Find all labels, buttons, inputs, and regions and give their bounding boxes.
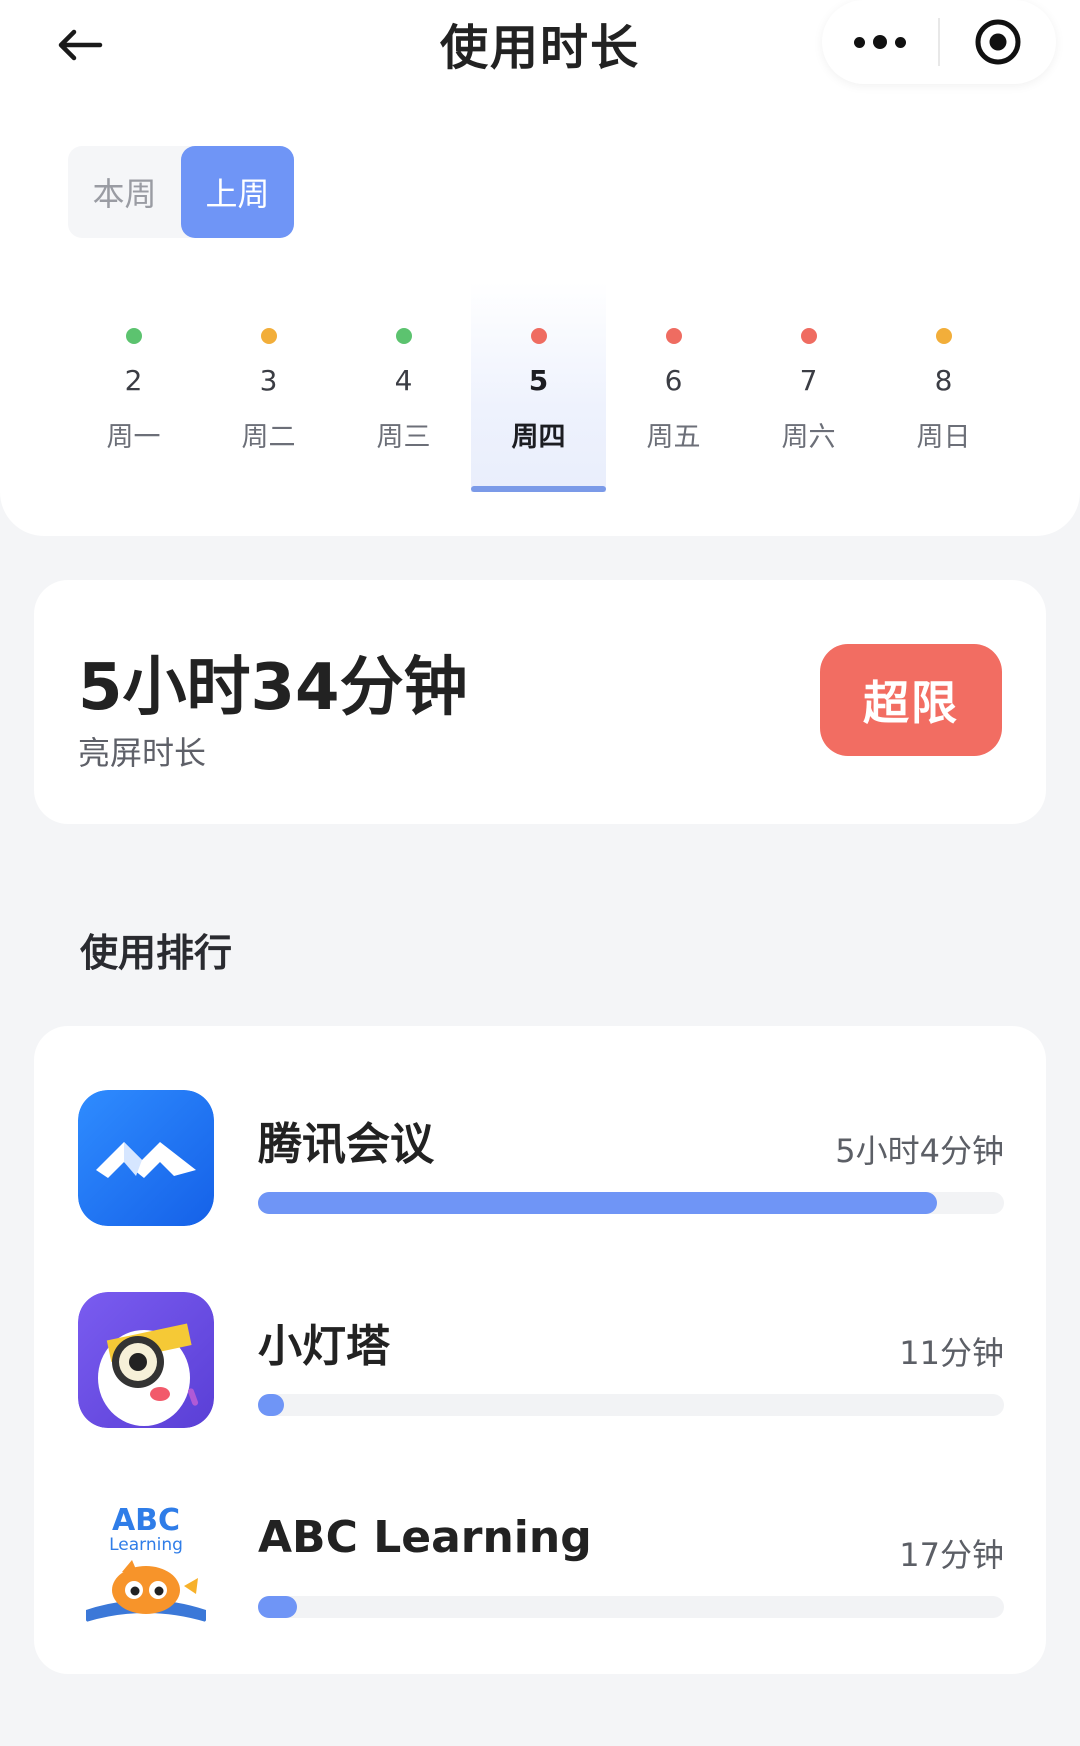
day-number: 4: [394, 364, 413, 397]
day-number: 7: [799, 364, 818, 397]
day-selector: 2 周一 3 周二 4 周三 5 周四 6 周五 7 周六 8 周日: [66, 282, 1012, 492]
day-item-thu[interactable]: 5 周四: [471, 282, 606, 492]
status-dot: [125, 328, 142, 344]
day-item-tue[interactable]: 3 周二: [201, 282, 336, 492]
svg-text:Learning: Learning: [109, 1535, 183, 1555]
app-usage-time: 17分钟: [899, 1536, 1004, 1574]
usage-bar-track: [258, 1394, 1004, 1416]
status-dot: [260, 328, 277, 344]
abc-learning-icon: ABC Learning: [78, 1494, 214, 1630]
app-name: 腾讯会议: [258, 1119, 434, 1170]
tab-this-week[interactable]: 本周: [68, 146, 181, 238]
day-number: 3: [259, 364, 278, 397]
day-label: 周二: [241, 422, 296, 453]
usage-bar-fill: [258, 1394, 285, 1416]
more-dots-icon: [854, 35, 906, 49]
day-item-fri[interactable]: 6 周五: [606, 282, 741, 492]
status-dot: [665, 328, 682, 344]
day-item-wed[interactable]: 4 周三: [336, 282, 471, 492]
list-item[interactable]: 腾讯会议 5小时4分钟: [34, 1046, 1046, 1246]
status-dot: [935, 328, 952, 344]
week-toggle: 本周 上周: [68, 146, 294, 238]
target-close-icon: [975, 19, 1021, 65]
top-panel: 使用时长 本周 上周 2 周一 3 周二 4 周三 5 周四 6 周五 7 周六…: [0, 0, 1080, 536]
app-usage-time: 5小时4分钟: [835, 1132, 1004, 1170]
list-item[interactable]: ABC Learning ABC Learning 17分钟: [34, 1450, 1046, 1650]
status-dot: [530, 328, 547, 344]
tab-last-week[interactable]: 上周: [181, 146, 294, 238]
day-label: 周三: [376, 422, 431, 453]
day-label: 周日: [916, 422, 971, 453]
usage-bar-track: [258, 1192, 1004, 1214]
day-item-sat[interactable]: 7 周六: [741, 282, 876, 492]
day-label: 周五: [646, 422, 701, 453]
screen-time-card: 5小时34分钟 亮屏时长 超限: [34, 580, 1046, 824]
over-limit-badge: 超限: [820, 644, 1002, 756]
ranking-list: 腾讯会议 5小时4分钟 小灯塔 11分钟 ABC Learning ABC Le…: [34, 1026, 1046, 1674]
day-label: 周六: [781, 422, 836, 453]
day-number: 5: [528, 364, 549, 397]
mini-program-capsule: [822, 0, 1056, 84]
ranking-title: 使用排行: [80, 931, 233, 975]
tencent-meeting-icon: [78, 1090, 214, 1226]
day-item-sun[interactable]: 8 周日: [876, 282, 1011, 492]
total-screen-time-label: 亮屏时长: [78, 734, 207, 772]
day-label: 周一: [106, 422, 161, 453]
usage-bar-track: [258, 1596, 1004, 1618]
total-screen-time: 5小时34分钟: [78, 651, 468, 725]
usage-bar-fill: [258, 1596, 297, 1618]
day-item-mon[interactable]: 2 周一: [66, 282, 201, 492]
day-number: 6: [664, 364, 683, 397]
day-number: 2: [124, 364, 143, 397]
day-number: 8: [934, 364, 953, 397]
abc-logo-text: ABC: [112, 1503, 180, 1538]
status-dot: [395, 328, 412, 344]
app-usage-time: 11分钟: [899, 1334, 1004, 1372]
usage-bar-fill: [258, 1192, 937, 1214]
status-dot: [800, 328, 817, 344]
close-button[interactable]: [940, 0, 1056, 84]
list-item[interactable]: 小灯塔 11分钟: [34, 1248, 1046, 1448]
app-name: ABC Learning: [258, 1512, 592, 1563]
day-label: 周四: [511, 422, 566, 453]
xiaodengta-icon: [78, 1292, 214, 1428]
more-button[interactable]: [822, 0, 938, 84]
app-name: 小灯塔: [258, 1321, 390, 1372]
